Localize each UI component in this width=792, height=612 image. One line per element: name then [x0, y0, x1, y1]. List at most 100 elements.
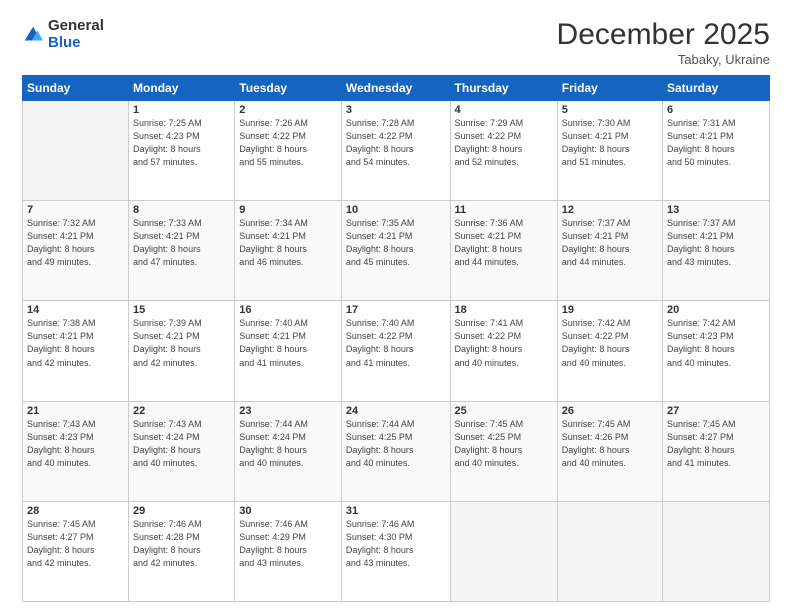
calendar-cell: 26Sunrise: 7:45 AM Sunset: 4:26 PM Dayli…	[557, 401, 662, 501]
calendar-cell: 24Sunrise: 7:44 AM Sunset: 4:25 PM Dayli…	[341, 401, 450, 501]
calendar-cell: 18Sunrise: 7:41 AM Sunset: 4:22 PM Dayli…	[450, 301, 557, 401]
header: General Blue December 2025 Tabaky, Ukrai…	[22, 18, 770, 67]
day-info: Sunrise: 7:46 AM Sunset: 4:30 PM Dayligh…	[346, 518, 446, 570]
calendar-cell: 6Sunrise: 7:31 AM Sunset: 4:21 PM Daylig…	[663, 101, 770, 201]
calendar-cell	[23, 101, 129, 201]
month-title: December 2025	[557, 18, 770, 52]
day-info: Sunrise: 7:39 AM Sunset: 4:21 PM Dayligh…	[133, 317, 230, 369]
calendar-cell: 13Sunrise: 7:37 AM Sunset: 4:21 PM Dayli…	[663, 201, 770, 301]
calendar-week-row: 28Sunrise: 7:45 AM Sunset: 4:27 PM Dayli…	[23, 501, 770, 601]
location: Tabaky, Ukraine	[557, 52, 770, 67]
day-info: Sunrise: 7:38 AM Sunset: 4:21 PM Dayligh…	[27, 317, 124, 369]
day-number: 5	[562, 104, 658, 116]
day-info: Sunrise: 7:26 AM Sunset: 4:22 PM Dayligh…	[239, 117, 337, 169]
day-info: Sunrise: 7:44 AM Sunset: 4:24 PM Dayligh…	[239, 418, 337, 470]
calendar-cell: 7Sunrise: 7:32 AM Sunset: 4:21 PM Daylig…	[23, 201, 129, 301]
day-number: 14	[27, 304, 124, 316]
calendar-cell: 1Sunrise: 7:25 AM Sunset: 4:23 PM Daylig…	[129, 101, 235, 201]
calendar-body: 1Sunrise: 7:25 AM Sunset: 4:23 PM Daylig…	[23, 101, 770, 602]
calendar-cell: 29Sunrise: 7:46 AM Sunset: 4:28 PM Dayli…	[129, 501, 235, 601]
weekday-header-cell: Thursday	[450, 76, 557, 101]
day-number: 20	[667, 304, 765, 316]
calendar-cell: 17Sunrise: 7:40 AM Sunset: 4:22 PM Dayli…	[341, 301, 450, 401]
day-number: 8	[133, 204, 230, 216]
day-info: Sunrise: 7:40 AM Sunset: 4:21 PM Dayligh…	[239, 317, 337, 369]
logo-text: General Blue	[48, 18, 104, 51]
day-info: Sunrise: 7:40 AM Sunset: 4:22 PM Dayligh…	[346, 317, 446, 369]
page: General Blue December 2025 Tabaky, Ukrai…	[0, 0, 792, 612]
weekday-header-cell: Sunday	[23, 76, 129, 101]
day-number: 6	[667, 104, 765, 116]
calendar-cell: 23Sunrise: 7:44 AM Sunset: 4:24 PM Dayli…	[235, 401, 342, 501]
day-info: Sunrise: 7:34 AM Sunset: 4:21 PM Dayligh…	[239, 217, 337, 269]
calendar-cell: 15Sunrise: 7:39 AM Sunset: 4:21 PM Dayli…	[129, 301, 235, 401]
day-info: Sunrise: 7:31 AM Sunset: 4:21 PM Dayligh…	[667, 117, 765, 169]
title-block: December 2025 Tabaky, Ukraine	[557, 18, 770, 67]
calendar-week-row: 21Sunrise: 7:43 AM Sunset: 4:23 PM Dayli…	[23, 401, 770, 501]
calendar-cell: 20Sunrise: 7:42 AM Sunset: 4:23 PM Dayli…	[663, 301, 770, 401]
weekday-header-cell: Friday	[557, 76, 662, 101]
day-number: 25	[455, 405, 553, 417]
day-number: 22	[133, 405, 230, 417]
logo-blue: Blue	[48, 35, 104, 52]
calendar-cell: 16Sunrise: 7:40 AM Sunset: 4:21 PM Dayli…	[235, 301, 342, 401]
weekday-header-cell: Wednesday	[341, 76, 450, 101]
calendar-cell: 25Sunrise: 7:45 AM Sunset: 4:25 PM Dayli…	[450, 401, 557, 501]
calendar-cell: 27Sunrise: 7:45 AM Sunset: 4:27 PM Dayli…	[663, 401, 770, 501]
calendar-cell: 3Sunrise: 7:28 AM Sunset: 4:22 PM Daylig…	[341, 101, 450, 201]
calendar-table: SundayMondayTuesdayWednesdayThursdayFrid…	[22, 75, 770, 602]
calendar-cell: 30Sunrise: 7:46 AM Sunset: 4:29 PM Dayli…	[235, 501, 342, 601]
calendar-cell: 14Sunrise: 7:38 AM Sunset: 4:21 PM Dayli…	[23, 301, 129, 401]
logo-general: General	[48, 18, 104, 35]
day-number: 31	[346, 505, 446, 517]
day-info: Sunrise: 7:46 AM Sunset: 4:28 PM Dayligh…	[133, 518, 230, 570]
calendar-cell: 5Sunrise: 7:30 AM Sunset: 4:21 PM Daylig…	[557, 101, 662, 201]
day-info: Sunrise: 7:33 AM Sunset: 4:21 PM Dayligh…	[133, 217, 230, 269]
day-number: 12	[562, 204, 658, 216]
calendar-cell: 19Sunrise: 7:42 AM Sunset: 4:22 PM Dayli…	[557, 301, 662, 401]
day-info: Sunrise: 7:43 AM Sunset: 4:24 PM Dayligh…	[133, 418, 230, 470]
day-number: 30	[239, 505, 337, 517]
day-info: Sunrise: 7:32 AM Sunset: 4:21 PM Dayligh…	[27, 217, 124, 269]
day-info: Sunrise: 7:41 AM Sunset: 4:22 PM Dayligh…	[455, 317, 553, 369]
day-number: 4	[455, 104, 553, 116]
day-number: 16	[239, 304, 337, 316]
weekday-header-cell: Monday	[129, 76, 235, 101]
day-info: Sunrise: 7:44 AM Sunset: 4:25 PM Dayligh…	[346, 418, 446, 470]
day-info: Sunrise: 7:35 AM Sunset: 4:21 PM Dayligh…	[346, 217, 446, 269]
calendar-cell: 28Sunrise: 7:45 AM Sunset: 4:27 PM Dayli…	[23, 501, 129, 601]
logo: General Blue	[22, 18, 104, 51]
day-info: Sunrise: 7:45 AM Sunset: 4:25 PM Dayligh…	[455, 418, 553, 470]
day-number: 2	[239, 104, 337, 116]
calendar-cell: 10Sunrise: 7:35 AM Sunset: 4:21 PM Dayli…	[341, 201, 450, 301]
day-number: 24	[346, 405, 446, 417]
day-info: Sunrise: 7:45 AM Sunset: 4:27 PM Dayligh…	[667, 418, 765, 470]
day-info: Sunrise: 7:42 AM Sunset: 4:23 PM Dayligh…	[667, 317, 765, 369]
day-info: Sunrise: 7:43 AM Sunset: 4:23 PM Dayligh…	[27, 418, 124, 470]
day-info: Sunrise: 7:45 AM Sunset: 4:27 PM Dayligh…	[27, 518, 124, 570]
day-info: Sunrise: 7:42 AM Sunset: 4:22 PM Dayligh…	[562, 317, 658, 369]
day-number: 17	[346, 304, 446, 316]
day-number: 9	[239, 204, 337, 216]
day-number: 7	[27, 204, 124, 216]
day-info: Sunrise: 7:45 AM Sunset: 4:26 PM Dayligh…	[562, 418, 658, 470]
day-info: Sunrise: 7:36 AM Sunset: 4:21 PM Dayligh…	[455, 217, 553, 269]
weekday-header-cell: Tuesday	[235, 76, 342, 101]
day-info: Sunrise: 7:28 AM Sunset: 4:22 PM Dayligh…	[346, 117, 446, 169]
calendar-cell: 31Sunrise: 7:46 AM Sunset: 4:30 PM Dayli…	[341, 501, 450, 601]
day-info: Sunrise: 7:25 AM Sunset: 4:23 PM Dayligh…	[133, 117, 230, 169]
day-info: Sunrise: 7:30 AM Sunset: 4:21 PM Dayligh…	[562, 117, 658, 169]
day-info: Sunrise: 7:37 AM Sunset: 4:21 PM Dayligh…	[667, 217, 765, 269]
logo-icon	[22, 24, 44, 46]
weekday-header-row: SundayMondayTuesdayWednesdayThursdayFrid…	[23, 76, 770, 101]
day-number: 18	[455, 304, 553, 316]
calendar-cell: 9Sunrise: 7:34 AM Sunset: 4:21 PM Daylig…	[235, 201, 342, 301]
day-number: 1	[133, 104, 230, 116]
day-number: 3	[346, 104, 446, 116]
calendar-cell: 11Sunrise: 7:36 AM Sunset: 4:21 PM Dayli…	[450, 201, 557, 301]
calendar-cell: 12Sunrise: 7:37 AM Sunset: 4:21 PM Dayli…	[557, 201, 662, 301]
day-number: 26	[562, 405, 658, 417]
day-number: 10	[346, 204, 446, 216]
calendar-week-row: 1Sunrise: 7:25 AM Sunset: 4:23 PM Daylig…	[23, 101, 770, 201]
calendar-cell: 21Sunrise: 7:43 AM Sunset: 4:23 PM Dayli…	[23, 401, 129, 501]
